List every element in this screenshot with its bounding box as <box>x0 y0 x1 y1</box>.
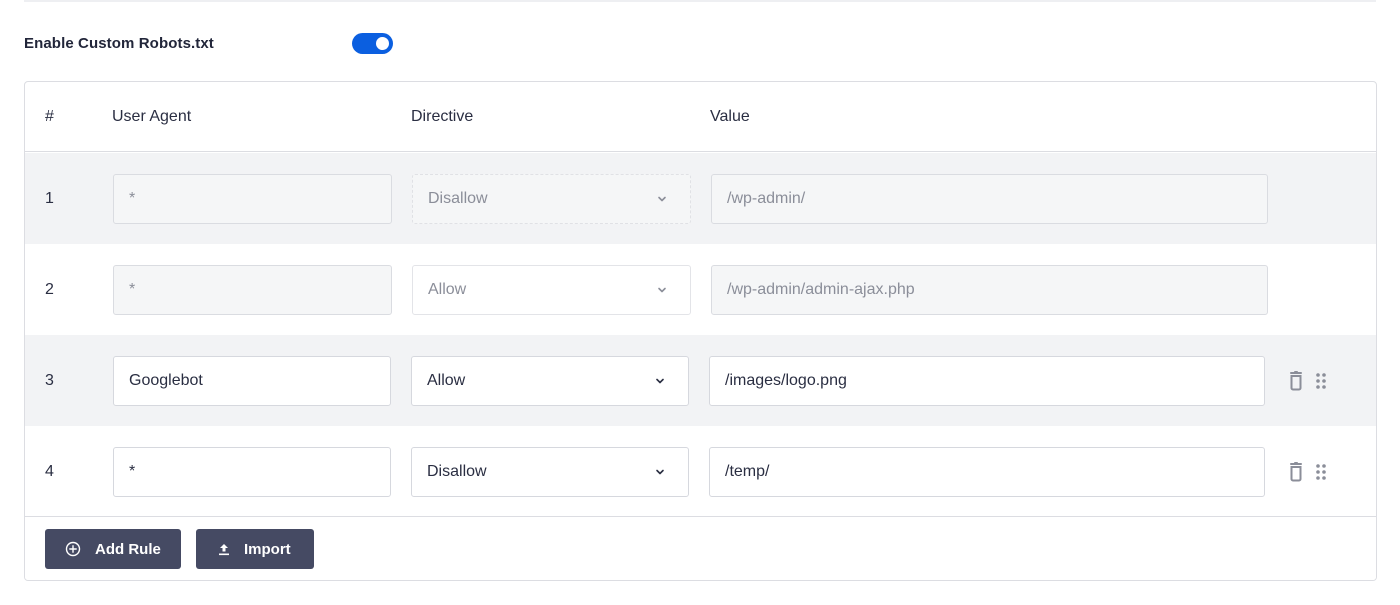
value-input[interactable]: /images/logo.png <box>709 356 1265 406</box>
add-rule-button[interactable]: Add Rule <box>45 529 181 569</box>
table-footer: Add Rule Import <box>25 516 1376 580</box>
table-row: 2 * Allow /wp-admin/admin-ajax.php <box>25 244 1376 335</box>
row-number: 3 <box>45 372 54 389</box>
trash-icon[interactable] <box>1288 462 1306 482</box>
chevron-down-icon <box>656 193 668 205</box>
table-row: 1 * Disallow /wp-admin/ <box>25 153 1376 244</box>
upload-icon <box>218 542 230 556</box>
directive-value: Allow <box>427 372 466 389</box>
value-text: /temp/ <box>725 463 770 480</box>
value-text: /images/logo.png <box>725 372 847 389</box>
robots-rules-table: # User Agent Directive Value 1 * Disallo… <box>24 81 1377 581</box>
table-row: 3 Googlebot Allow /images/logo.png <box>25 335 1376 426</box>
chevron-down-icon <box>654 466 666 478</box>
add-rule-label: Add Rule <box>95 540 161 558</box>
row-number: 1 <box>45 190 54 207</box>
trash-icon[interactable] <box>1288 371 1306 391</box>
chevron-down-icon <box>656 284 668 296</box>
header-directive: Directive <box>411 108 474 125</box>
directive-value: Allow <box>428 281 467 298</box>
plus-circle-icon <box>65 541 81 557</box>
enable-custom-robots-toggle[interactable] <box>352 32 393 54</box>
top-divider <box>24 0 1376 2</box>
value-text: /wp-admin/admin-ajax.php <box>727 281 915 298</box>
enable-custom-robots-setting: Enable Custom Robots.txt <box>24 30 393 56</box>
directive-select[interactable]: Disallow <box>411 447 689 497</box>
enable-custom-robots-label: Enable Custom Robots.txt <box>24 34 214 52</box>
user-agent-value: * <box>129 190 136 207</box>
user-agent-value: Googlebot <box>129 372 203 389</box>
header-value: Value <box>710 108 750 125</box>
drag-handle-icon[interactable] <box>1315 462 1333 482</box>
directive-value: Disallow <box>428 190 488 207</box>
drag-handle-icon[interactable] <box>1315 371 1333 391</box>
directive-value: Disallow <box>427 463 487 480</box>
import-label: Import <box>244 540 291 558</box>
import-button[interactable]: Import <box>196 529 314 569</box>
user-agent-value: * <box>129 281 136 298</box>
value-input[interactable]: /wp-admin/admin-ajax.php <box>711 265 1268 315</box>
directive-select[interactable]: Disallow <box>412 174 691 224</box>
user-agent-input[interactable]: Googlebot <box>113 356 391 406</box>
toggle-knob <box>376 36 389 50</box>
user-agent-input[interactable]: * <box>113 447 391 497</box>
chevron-down-icon <box>654 375 666 387</box>
row-number: 2 <box>45 281 54 298</box>
value-input[interactable]: /temp/ <box>709 447 1265 497</box>
value-input[interactable]: /wp-admin/ <box>711 174 1268 224</box>
table-row: 4 * Disallow /temp/ <box>25 426 1376 517</box>
header-number: # <box>45 108 54 125</box>
directive-select[interactable]: Allow <box>412 265 691 315</box>
table-header: # User Agent Directive Value <box>25 82 1376 152</box>
user-agent-input[interactable]: * <box>113 265 392 315</box>
row-number: 4 <box>45 463 54 480</box>
user-agent-input[interactable]: * <box>113 174 392 224</box>
user-agent-value: * <box>129 463 136 480</box>
value-text: /wp-admin/ <box>727 190 806 207</box>
header-user-agent: User Agent <box>112 108 192 125</box>
directive-select[interactable]: Allow <box>411 356 689 406</box>
